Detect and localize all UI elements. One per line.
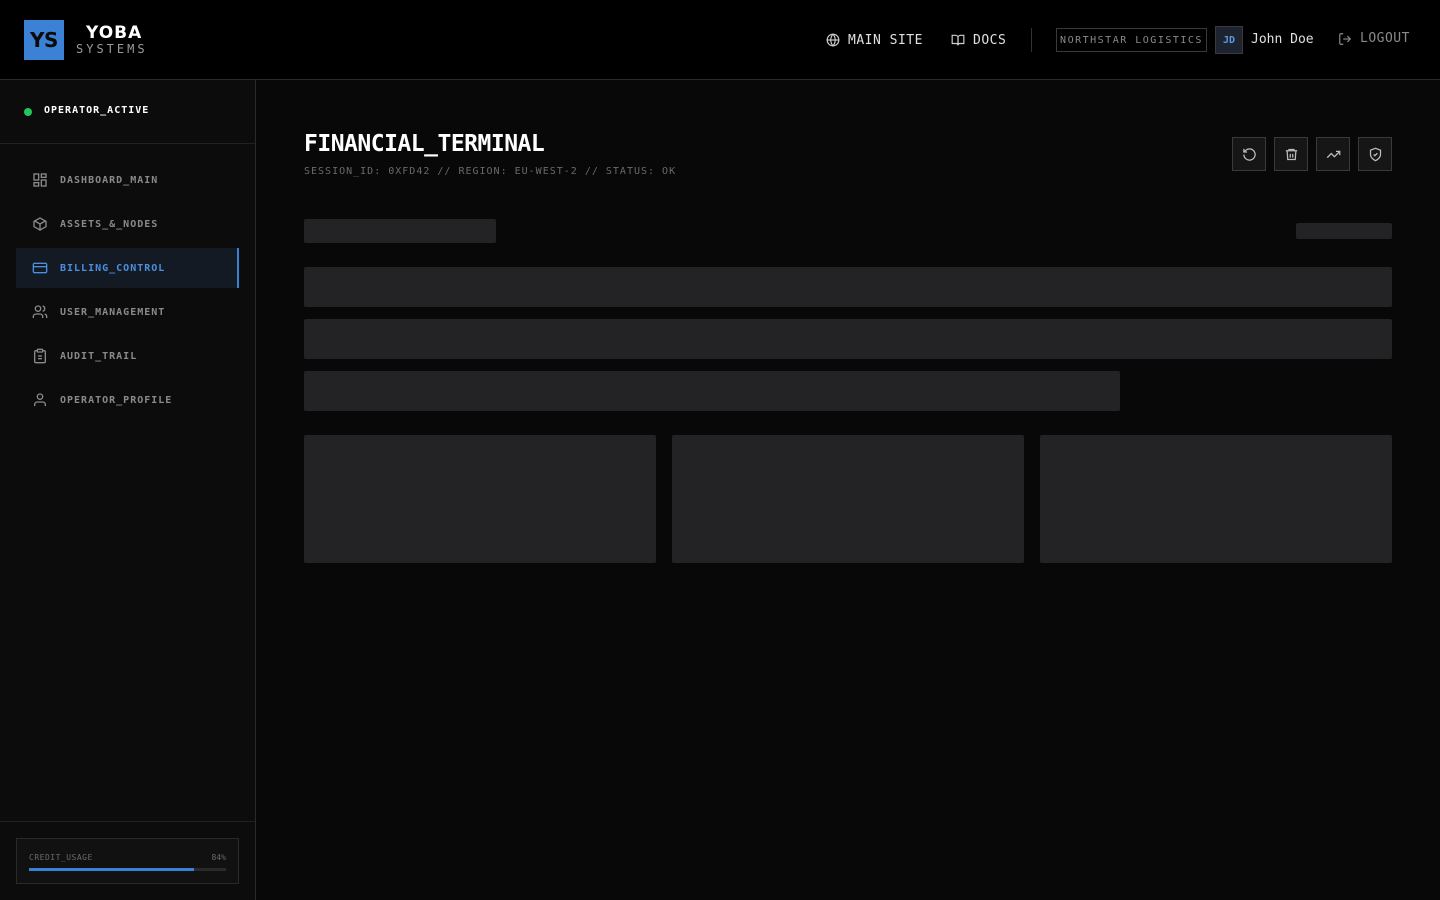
credit-usage-percent: 84% (211, 853, 226, 862)
globe-icon (826, 33, 840, 47)
sidebar-divider (0, 821, 255, 822)
credit-card-icon (32, 262, 48, 274)
skeleton-card (672, 435, 1024, 563)
refresh-icon (1242, 147, 1256, 161)
operator-status: OPERATOR_ACTIVE (0, 80, 255, 144)
cube-icon (33, 217, 47, 231)
organization-badge[interactable]: NORTHSTAR LOGISTICS (1056, 28, 1207, 52)
avatar[interactable]: JD (1215, 26, 1243, 54)
brand-logo-mark[interactable]: YS (24, 20, 64, 60)
sidebar-item-label: DASHBOARD_MAIN (60, 174, 159, 186)
sidebar-item-label: ASSETS_&_NODES (60, 218, 159, 230)
brand-wordmark: YOBA SYSTEMS (76, 24, 148, 56)
logout-button[interactable]: LOGOUT (1338, 31, 1410, 46)
trending-up-icon (1326, 150, 1340, 158)
credit-usage-card: CREDIT_USAGE 84% (16, 838, 239, 884)
logout-label: LOGOUT (1360, 31, 1410, 46)
skeleton-row (304, 319, 1392, 359)
security-button[interactable] (1358, 137, 1392, 171)
top-header: YS YOBA SYSTEMS MAIN SITE DOCS NORTHSTAR… (0, 0, 1440, 80)
status-indicator-dot (24, 108, 32, 116)
docs-label: DOCS (973, 32, 1007, 48)
sidebar-item-assets-nodes[interactable]: ASSETS_&_NODES (16, 204, 239, 244)
refresh-button[interactable] (1232, 137, 1266, 171)
sidebar-item-dashboard-main[interactable]: DASHBOARD_MAIN (16, 160, 239, 200)
skeleton-card (1040, 435, 1392, 563)
brand-title: YOBA (86, 23, 143, 43)
brand-subtitle: SYSTEMS (76, 42, 148, 56)
sidebar-item-label: AUDIT_TRAIL (60, 350, 138, 362)
grid-icon (33, 173, 47, 187)
credit-usage-fill (29, 868, 195, 871)
sidebar-item-label: BILLING_CONTROL (60, 262, 166, 274)
session-meta: SESSION_ID: 0XFD42 // REGION: EU-WEST-2 … (304, 166, 677, 177)
main-site-link[interactable]: MAIN SITE (826, 31, 923, 49)
delete-button[interactable] (1274, 137, 1308, 171)
docs-link[interactable]: DOCS (951, 31, 1006, 49)
sidebar: OPERATOR_ACTIVE DASHBOARD_MAIN ASSETS_&_… (0, 80, 256, 900)
page-title: FINANCIAL_TERMINAL (304, 131, 545, 157)
users-icon (32, 305, 48, 318)
credit-usage-bar (29, 868, 226, 871)
shield-check-icon (1369, 147, 1381, 161)
sidebar-item-label: OPERATOR_PROFILE (60, 394, 173, 406)
user-name[interactable]: John Doe (1251, 32, 1314, 47)
main-site-label: MAIN SITE (848, 32, 923, 48)
trash-icon (1285, 148, 1297, 160)
skeleton-card (304, 435, 656, 563)
skeleton-action (1296, 223, 1392, 239)
header-divider (1031, 28, 1032, 52)
book-icon (951, 34, 965, 46)
credit-usage-label: CREDIT_USAGE (29, 853, 93, 862)
sidebar-item-label: USER_MANAGEMENT (60, 306, 166, 318)
sidebar-item-user-management[interactable]: USER_MANAGEMENT (16, 292, 239, 332)
skeleton-row (304, 267, 1392, 307)
clipboard-icon (34, 348, 46, 364)
sidebar-nav: DASHBOARD_MAIN ASSETS_&_NODES BILLING_CO… (16, 160, 239, 424)
skeleton-row (304, 371, 1120, 411)
sidebar-item-billing-control[interactable]: BILLING_CONTROL (16, 248, 239, 288)
skeleton-heading (304, 219, 496, 243)
sidebar-item-operator-profile[interactable]: OPERATOR_PROFILE (16, 380, 239, 420)
sidebar-item-audit-trail[interactable]: AUDIT_TRAIL (16, 336, 239, 376)
status-label: OPERATOR_ACTIVE (44, 105, 150, 116)
logout-icon (1339, 32, 1352, 45)
user-icon (34, 393, 46, 406)
trends-button[interactable] (1316, 137, 1350, 171)
